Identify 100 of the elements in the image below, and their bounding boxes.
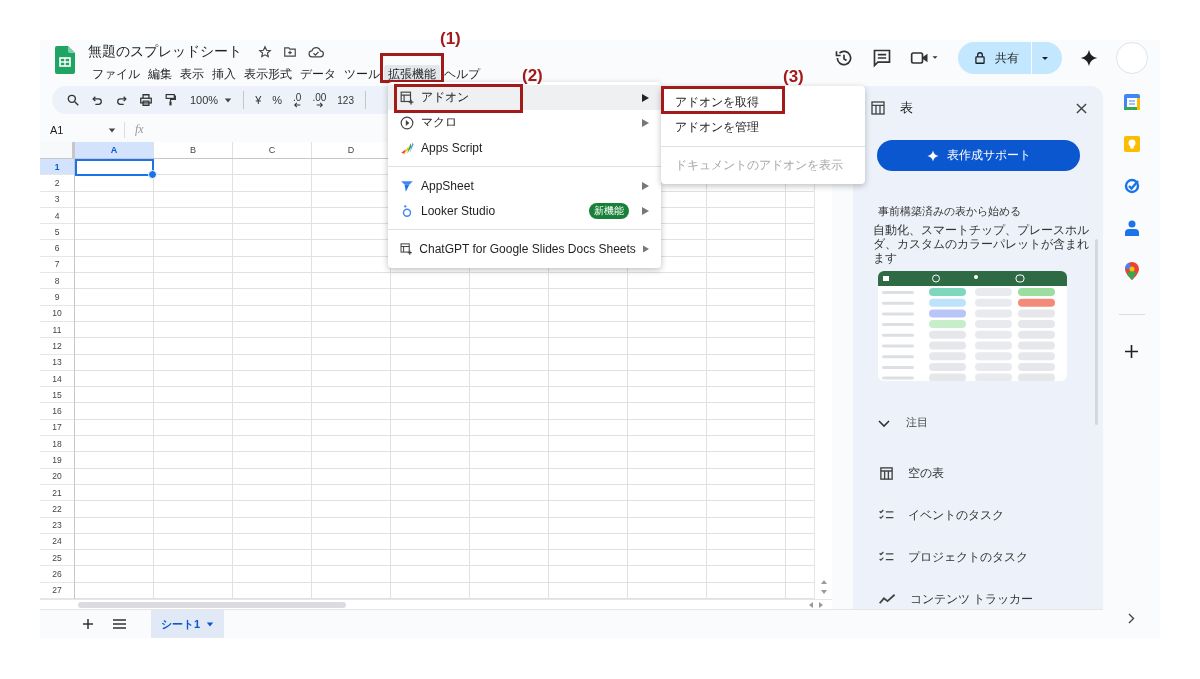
star-icon[interactable] xyxy=(258,45,272,59)
calendar-icon[interactable] xyxy=(1123,94,1140,110)
row-header[interactable]: 19 xyxy=(40,452,74,469)
print-icon[interactable] xyxy=(139,93,153,108)
add-on-icon xyxy=(400,90,414,105)
script-logo-icon xyxy=(400,140,414,155)
menu-item[interactable]: 編集 xyxy=(144,65,176,84)
annotation-label: (1) xyxy=(440,29,461,49)
menu-option[interactable]: アドオンを取得 xyxy=(661,90,865,115)
row-header[interactable]: 21 xyxy=(40,484,74,502)
row-header[interactable]: 2 xyxy=(40,175,74,192)
close-icon[interactable] xyxy=(1076,102,1087,114)
template-item[interactable]: 空の表 xyxy=(908,464,944,482)
caret-icon[interactable] xyxy=(108,125,116,134)
increase-decimals-button[interactable]: .00 xyxy=(312,92,327,108)
arrow-left-icon xyxy=(293,101,301,108)
decrease-decimals-button[interactable]: .0 xyxy=(293,92,302,108)
comment-icon[interactable] xyxy=(872,48,892,68)
description: 自動化、スマートチップ、プレースホルダ、カスタムのカラーパレットが含まれます xyxy=(873,223,1090,265)
person-icon[interactable] xyxy=(1124,220,1139,236)
row-header[interactable]: 15 xyxy=(40,387,74,404)
row-header[interactable]: 10 xyxy=(40,305,74,322)
selected-cell[interactable] xyxy=(75,159,154,176)
menu-item[interactable]: ファイル xyxy=(88,65,144,84)
row-header[interactable]: 16 xyxy=(40,403,74,420)
table-preview-drawing[interactable] xyxy=(878,271,1067,381)
column-header[interactable]: B xyxy=(154,142,233,158)
folder-icon[interactable] xyxy=(283,45,297,59)
menu-item[interactable]: ツール xyxy=(340,65,384,84)
share-button[interactable]: 共有 xyxy=(958,42,1062,74)
sparkle-icon xyxy=(926,149,939,162)
row-header[interactable]: 1 xyxy=(40,159,74,176)
sparkle-icon[interactable] xyxy=(1080,49,1098,67)
menu-option[interactable]: Apps Script xyxy=(388,135,661,160)
task-check-icon[interactable] xyxy=(1123,178,1140,194)
trend-line-icon xyxy=(879,593,896,605)
row-header[interactable]: 24 xyxy=(40,533,74,551)
template-item[interactable]: プロジェクトのタスク xyxy=(908,548,1028,566)
row-header[interactable]: 8 xyxy=(40,273,74,290)
menu-icon[interactable] xyxy=(113,619,126,629)
template-item[interactable]: コンテンツ トラッカー xyxy=(910,590,1034,608)
menu-item[interactable]: 表示形式 xyxy=(240,65,296,84)
cloud-icon[interactable] xyxy=(308,45,324,59)
menu-option[interactable]: AppSheet xyxy=(388,173,661,198)
template-item[interactable]: イベントのタスク xyxy=(908,506,1004,524)
section-label[interactable]: 注目 xyxy=(906,415,928,430)
menu-option[interactable]: マクロ xyxy=(388,110,661,135)
row-header[interactable]: 12 xyxy=(40,338,74,355)
menu-item[interactable]: データ xyxy=(296,65,340,84)
table-icon xyxy=(879,465,894,481)
menu-option[interactable]: ChatGPT for Google Slides Docs Sheets xyxy=(388,236,661,261)
paint-format-icon[interactable] xyxy=(164,93,177,108)
row-header[interactable]: 9 xyxy=(40,289,74,306)
create-table-button[interactable]: 表作成サポート xyxy=(877,140,1080,171)
row-header[interactable]: 18 xyxy=(40,436,74,453)
add-sheet-icon[interactable] xyxy=(82,618,94,630)
scrollbar-thumb[interactable] xyxy=(78,601,346,608)
checklist-icon xyxy=(879,509,894,521)
map-pin-icon[interactable] xyxy=(1124,262,1139,280)
row-header[interactable]: 14 xyxy=(40,370,74,388)
row-header[interactable]: 22 xyxy=(40,501,74,518)
row-header[interactable]: 25 xyxy=(40,550,74,567)
document-title[interactable]: 無題のスプレッドシート xyxy=(88,43,242,61)
caret-icon[interactable] xyxy=(224,96,233,105)
row-header[interactable]: 17 xyxy=(40,419,74,437)
menu-item[interactable]: 挿入 xyxy=(208,65,240,84)
formula-icon: fx xyxy=(135,122,144,138)
add-icon[interactable] xyxy=(1125,345,1138,358)
chevron-right-icon[interactable] xyxy=(1128,613,1135,624)
zoom-dropdown[interactable]: 100% xyxy=(190,94,233,107)
column-header[interactable]: C xyxy=(233,142,312,158)
row-header[interactable]: 20 xyxy=(40,468,74,485)
sheet-tab[interactable]: シート1 xyxy=(151,610,225,638)
currency-format-button[interactable]: ¥ xyxy=(255,94,262,107)
menu-option[interactable]: アドオン xyxy=(388,85,661,110)
row-header[interactable]: 5 xyxy=(40,224,74,241)
menu-item[interactable]: 表示 xyxy=(176,65,208,84)
menu-item[interactable]: ヘルプ xyxy=(440,65,484,84)
menu-option[interactable]: アドオンを管理 xyxy=(661,115,865,140)
play-icon xyxy=(400,115,414,130)
new-badge: 新機能 xyxy=(589,202,629,219)
row-header[interactable]: 4 xyxy=(40,207,74,225)
menu-option[interactable]: Looker Studio 新機能 xyxy=(388,198,661,223)
number-format-button[interactable]: 123 xyxy=(337,94,354,106)
row-header[interactable]: 6 xyxy=(40,240,74,257)
sheets-logo-icon[interactable] xyxy=(55,46,75,74)
row-header[interactable]: 7 xyxy=(40,256,74,274)
percent-format-button[interactable]: % xyxy=(272,94,283,107)
history-icon[interactable] xyxy=(834,48,854,68)
name-box[interactable]: A1 xyxy=(50,123,108,136)
section-heading: 事前構築済みの表から始める xyxy=(878,204,1022,219)
annotation-label: (3) xyxy=(783,67,804,87)
row-header[interactable]: 26 xyxy=(40,566,74,583)
row-header[interactable]: 3 xyxy=(40,191,74,208)
row-header[interactable]: 11 xyxy=(40,321,74,339)
lock-icon xyxy=(973,51,987,65)
search-icon[interactable] xyxy=(66,93,80,108)
column-header[interactable]: A xyxy=(75,142,154,158)
row-header[interactable]: 23 xyxy=(40,517,74,534)
row-header[interactable]: 13 xyxy=(40,354,74,371)
